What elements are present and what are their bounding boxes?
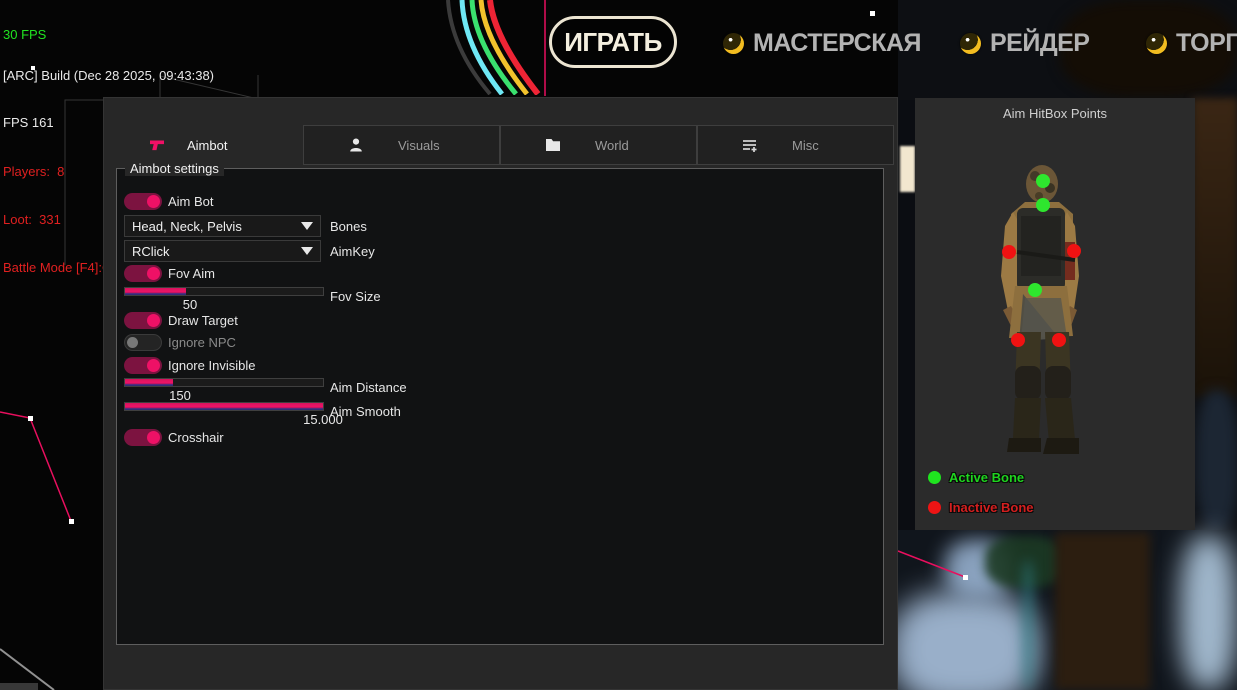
ignore-npc-toggle[interactable]: [124, 334, 162, 351]
group-title: Aimbot settings: [125, 161, 224, 176]
hitbox-dot-left-knee[interactable]: [1011, 333, 1025, 347]
hitbox-dot-neck[interactable]: [1036, 198, 1050, 212]
toggle-knob: [147, 431, 160, 444]
playlist-add-icon: [742, 138, 758, 153]
ignore-invisible-toggle[interactable]: [124, 357, 162, 374]
tab-label: Visuals: [398, 138, 440, 153]
tab-world[interactable]: World: [500, 125, 697, 165]
crosshair-toggle[interactable]: [124, 429, 162, 446]
loot-text: Loot: 331: [3, 212, 61, 227]
draw-target-toggle[interactable]: [124, 312, 162, 329]
toggle-knob: [147, 267, 160, 280]
aimkey-dropdown[interactable]: RClick: [124, 240, 321, 262]
slider-fill: [125, 379, 173, 386]
players-text: Players: 8: [3, 164, 64, 179]
fov-aim-toggle[interactable]: [124, 265, 162, 282]
coin-icon: [723, 33, 744, 54]
tab-label: Misc: [792, 138, 819, 153]
aim-bot-label: Aim Bot: [168, 194, 214, 209]
aim-bot-toggle[interactable]: [124, 193, 162, 210]
hitbox-dot-right-knee[interactable]: [1052, 333, 1066, 347]
legend-active-bone: Active Bone: [928, 470, 1024, 485]
coin-icon: [960, 33, 981, 54]
bones-label: Bones: [330, 219, 367, 234]
tab-label: World: [595, 138, 629, 153]
aimkey-dropdown-value: RClick: [132, 244, 170, 259]
crosshair-label: Crosshair: [168, 430, 224, 445]
ignore-invisible-label: Ignore Invisible: [168, 358, 255, 373]
hitbox-dot-right-arm[interactable]: [1067, 244, 1081, 258]
inactive-bone-dot-icon: [928, 501, 941, 514]
menu-item-label: РЕЙДЕР: [990, 29, 1089, 58]
folder-icon: [545, 138, 561, 152]
bones-dropdown[interactable]: Head, Neck, Pelvis: [124, 215, 321, 237]
hitbox-dot-head[interactable]: [1036, 174, 1050, 188]
fov-size-slider[interactable]: [124, 287, 324, 296]
tab-aimbot[interactable]: Aimbot: [103, 125, 301, 165]
play-button-label: ИГРАТЬ: [564, 27, 662, 58]
legend-inactive-bone: Inactive Bone: [928, 500, 1034, 515]
toggle-knob: [147, 195, 160, 208]
bones-dropdown-value: Head, Neck, Pelvis: [132, 219, 242, 234]
menu-item-label: ТОРГО: [1176, 29, 1237, 58]
play-button[interactable]: ИГРАТЬ: [549, 16, 677, 68]
active-bone-dot-icon: [928, 471, 941, 484]
aimkey-label: AimKey: [330, 244, 375, 259]
cheat-window: Aimbot Visuals World: [103, 97, 898, 690]
pistol-icon: [150, 139, 165, 152]
toggle-knob: [127, 337, 138, 348]
aim-smooth-value: 15.000: [283, 412, 363, 427]
fov-size-value: 50: [160, 297, 220, 312]
toggle-knob: [147, 359, 160, 372]
ignore-npc-label: Ignore NPC: [168, 335, 236, 350]
hitbox-dot-pelvis[interactable]: [1028, 283, 1042, 297]
chevron-down-icon: [301, 247, 313, 255]
chevron-down-icon: [301, 222, 313, 230]
aim-distance-label: Aim Distance: [330, 380, 407, 395]
hitbox-dot-left-arm[interactable]: [1002, 245, 1016, 259]
person-icon: [348, 137, 364, 153]
legend-label: Inactive Bone: [949, 500, 1034, 515]
menu-item-raider[interactable]: РЕЙДЕР: [960, 29, 1089, 58]
tab-label: Aimbot: [187, 138, 227, 153]
fov-size-label: Fov Size: [330, 289, 381, 304]
build-text: [ARC] Build (Dec 28 2025, 09:43:38): [3, 68, 214, 83]
aim-smooth-slider[interactable]: [124, 402, 324, 411]
tab-misc[interactable]: Misc: [697, 125, 894, 165]
fps-text: FPS 161: [3, 115, 54, 130]
game-screen: 30 FPS [ARC] Build (Dec 28 2025, 09:43:3…: [0, 0, 1237, 690]
hitbox-panel: Aim HitBox Points: [915, 98, 1195, 530]
character-model-preview: [965, 160, 1115, 460]
slider-fill: [125, 288, 186, 295]
menu-item-trade[interactable]: ТОРГО: [1146, 29, 1237, 58]
draw-target-label: Draw Target: [168, 313, 238, 328]
slider-fill: [125, 403, 323, 410]
legend-label: Active Bone: [949, 470, 1024, 485]
fps-overlay-text: 30 FPS: [3, 27, 46, 42]
fov-aim-label: Fov Aim: [168, 266, 215, 281]
aim-distance-slider[interactable]: [124, 378, 324, 387]
aim-distance-value: 150: [150, 388, 210, 403]
tab-visuals[interactable]: Visuals: [303, 125, 500, 165]
coin-icon: [1146, 33, 1167, 54]
toggle-knob: [147, 314, 160, 327]
menu-item-workshop[interactable]: МАСТЕРСКАЯ: [723, 29, 921, 58]
menu-item-label: МАСТЕРСКАЯ: [753, 29, 921, 58]
hitbox-panel-title: Aim HitBox Points: [915, 106, 1195, 121]
